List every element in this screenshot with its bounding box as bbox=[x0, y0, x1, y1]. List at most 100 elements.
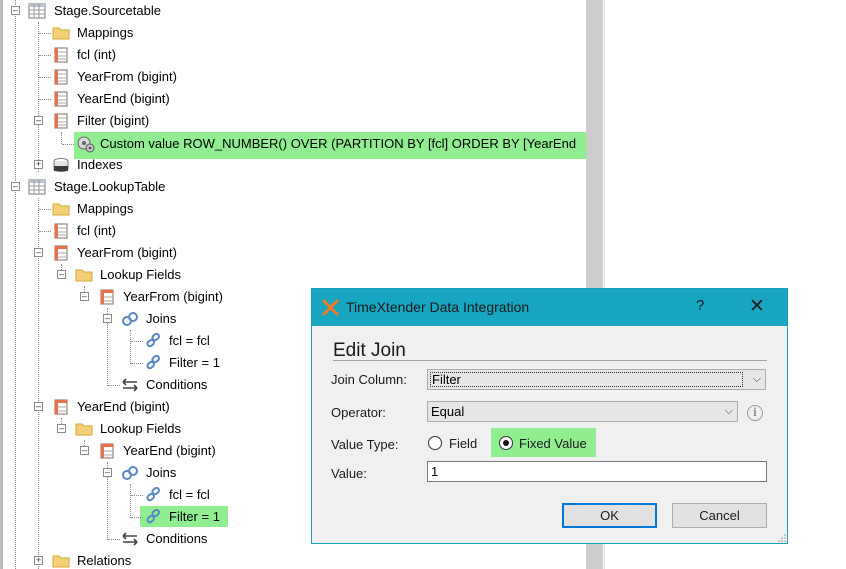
field-icon bbox=[54, 47, 68, 63]
tree-item-label: Mappings bbox=[77, 25, 134, 40]
collapse-toggle[interactable]: – bbox=[34, 402, 43, 411]
folder-icon bbox=[52, 203, 70, 216]
value-type-label: Value Type: bbox=[331, 437, 399, 452]
tree-item-relations[interactable]: + Relations bbox=[0, 550, 586, 569]
conditions-icon bbox=[122, 378, 138, 392]
folder-icon bbox=[75, 423, 93, 436]
chevron-down-icon: ⌵ bbox=[752, 373, 761, 385]
tree-item-mappings[interactable]: Mappings bbox=[0, 198, 586, 220]
tree-item-fcl[interactable]: fcl (int) bbox=[0, 220, 586, 242]
tree-item-label: Conditions bbox=[146, 531, 208, 546]
tree-item-label: YearFrom (bigint) bbox=[123, 289, 223, 304]
tree-item-label: Joins bbox=[146, 311, 177, 326]
chevron-down-icon: ⌵ bbox=[724, 405, 733, 417]
tree-item-label: fcl = fcl bbox=[169, 333, 210, 348]
joins-icon bbox=[122, 312, 138, 326]
collapse-toggle[interactable]: – bbox=[11, 182, 20, 191]
tree-item-custom-value[interactable]: Custom value ROW_NUMBER() OVER (PARTITIO… bbox=[0, 132, 586, 156]
tree-item-label: fcl (int) bbox=[77, 47, 116, 62]
joins-icon bbox=[122, 466, 138, 480]
tree-item-label: Filter = 1 bbox=[169, 355, 220, 370]
conditions-icon bbox=[122, 532, 138, 546]
custom-value-icon bbox=[77, 136, 95, 153]
field-icon bbox=[54, 69, 68, 85]
value-input[interactable]: 1 bbox=[427, 461, 767, 482]
tree-item-indexes[interactable]: + Indexes bbox=[0, 154, 586, 176]
close-button[interactable]: ✕ bbox=[749, 295, 765, 318]
collapse-toggle[interactable]: – bbox=[103, 468, 112, 477]
tree-item-stage-sourcetable[interactable]: – Stage.Sourcetable bbox=[0, 0, 586, 22]
timextender-logo-icon bbox=[322, 299, 339, 316]
tree-item-lookup-fields[interactable]: – Lookup Fields bbox=[0, 264, 586, 286]
lookup-field-icon bbox=[100, 443, 114, 459]
expand-toggle[interactable]: + bbox=[34, 556, 43, 565]
collapse-toggle[interactable]: – bbox=[11, 6, 20, 15]
field-icon bbox=[54, 223, 68, 239]
join-icon bbox=[146, 333, 160, 348]
collapse-toggle[interactable]: – bbox=[57, 424, 66, 433]
tree-item-label: YearEnd (bigint) bbox=[77, 399, 170, 414]
heading-divider bbox=[333, 360, 767, 361]
tree-item-label: Stage.Sourcetable bbox=[54, 3, 161, 18]
info-icon[interactable]: i bbox=[747, 405, 763, 421]
tree-item-label: Stage.LookupTable bbox=[54, 179, 166, 194]
radio-field[interactable] bbox=[428, 436, 442, 450]
tree-item-filter[interactable]: – Filter (bigint) bbox=[0, 110, 586, 132]
join-column-value: Filter bbox=[430, 372, 743, 387]
collapse-toggle[interactable]: – bbox=[34, 116, 43, 125]
tree-item-label: Custom value ROW_NUMBER() OVER (PARTITIO… bbox=[100, 136, 577, 151]
tree-item-yearfrom[interactable]: YearFrom (bigint) bbox=[0, 66, 586, 88]
tree-item-label: Relations bbox=[77, 553, 132, 568]
expand-toggle[interactable]: + bbox=[34, 160, 43, 169]
tree-item-label: Joins bbox=[146, 465, 177, 480]
join-icon bbox=[146, 355, 160, 370]
tree-item-mappings[interactable]: Mappings bbox=[0, 22, 586, 44]
tree-item-label: Filter = 1 bbox=[169, 509, 220, 524]
tree-item-label: Conditions bbox=[146, 377, 208, 392]
join-icon bbox=[146, 487, 160, 502]
cancel-button[interactable]: Cancel bbox=[672, 503, 767, 528]
tree-item-label: fcl (int) bbox=[77, 223, 116, 238]
collapse-toggle[interactable]: – bbox=[103, 314, 112, 323]
tree-item-fcl[interactable]: fcl (int) bbox=[0, 44, 586, 66]
lookup-field-icon bbox=[54, 245, 68, 261]
dialog-heading: Edit Join bbox=[333, 340, 406, 361]
collapse-toggle[interactable]: – bbox=[80, 446, 89, 455]
radio-fixed-value-label[interactable]: Fixed Value bbox=[519, 436, 587, 451]
resize-grip-icon[interactable] bbox=[778, 534, 786, 542]
dialog-title: TimeXtender Data Integration bbox=[346, 299, 530, 315]
tree-item-yearfrom-lookup[interactable]: – YearFrom (bigint) bbox=[0, 242, 586, 264]
collapse-toggle[interactable]: – bbox=[80, 292, 89, 301]
tree-item-stage-lookuptable[interactable]: – Stage.LookupTable bbox=[0, 176, 586, 198]
collapse-toggle[interactable]: – bbox=[57, 270, 66, 279]
table-icon bbox=[28, 179, 46, 195]
ok-button[interactable]: OK bbox=[562, 503, 657, 528]
field-icon bbox=[54, 113, 68, 129]
operator-value: Equal bbox=[431, 404, 465, 419]
operator-select[interactable]: Equal ⌵ bbox=[427, 401, 738, 422]
table-icon bbox=[28, 3, 46, 19]
edit-join-dialog: TimeXtender Data Integration ? ✕ Edit Jo… bbox=[311, 288, 788, 544]
tree-item-label: YearEnd (bigint) bbox=[77, 91, 170, 106]
tree-item-label: YearEnd (bigint) bbox=[123, 443, 216, 458]
radio-field-label[interactable]: Field bbox=[449, 436, 477, 451]
folder-icon bbox=[52, 27, 70, 40]
tree-item-label: Mappings bbox=[77, 201, 134, 216]
collapse-toggle[interactable]: – bbox=[34, 248, 43, 257]
dialog-titlebar[interactable]: TimeXtender Data Integration ? ✕ bbox=[312, 289, 787, 326]
folder-icon bbox=[52, 555, 70, 568]
field-icon bbox=[54, 91, 68, 107]
folder-icon bbox=[75, 269, 93, 282]
join-icon bbox=[146, 509, 160, 524]
tree-item-label: YearFrom (bigint) bbox=[77, 69, 177, 84]
tree-item-label: Lookup Fields bbox=[100, 267, 181, 282]
radio-fixed-value[interactable] bbox=[499, 436, 513, 450]
lookup-field-icon bbox=[54, 399, 68, 415]
tree-item-label: fcl = fcl bbox=[169, 487, 210, 502]
tree-item-yearend[interactable]: YearEnd (bigint) bbox=[0, 88, 586, 110]
lookup-field-icon bbox=[100, 289, 114, 305]
indexes-icon bbox=[53, 158, 69, 172]
help-button[interactable]: ? bbox=[696, 297, 704, 314]
join-column-select[interactable]: Filter ⌵ bbox=[427, 369, 766, 390]
value-label: Value: bbox=[331, 466, 367, 481]
